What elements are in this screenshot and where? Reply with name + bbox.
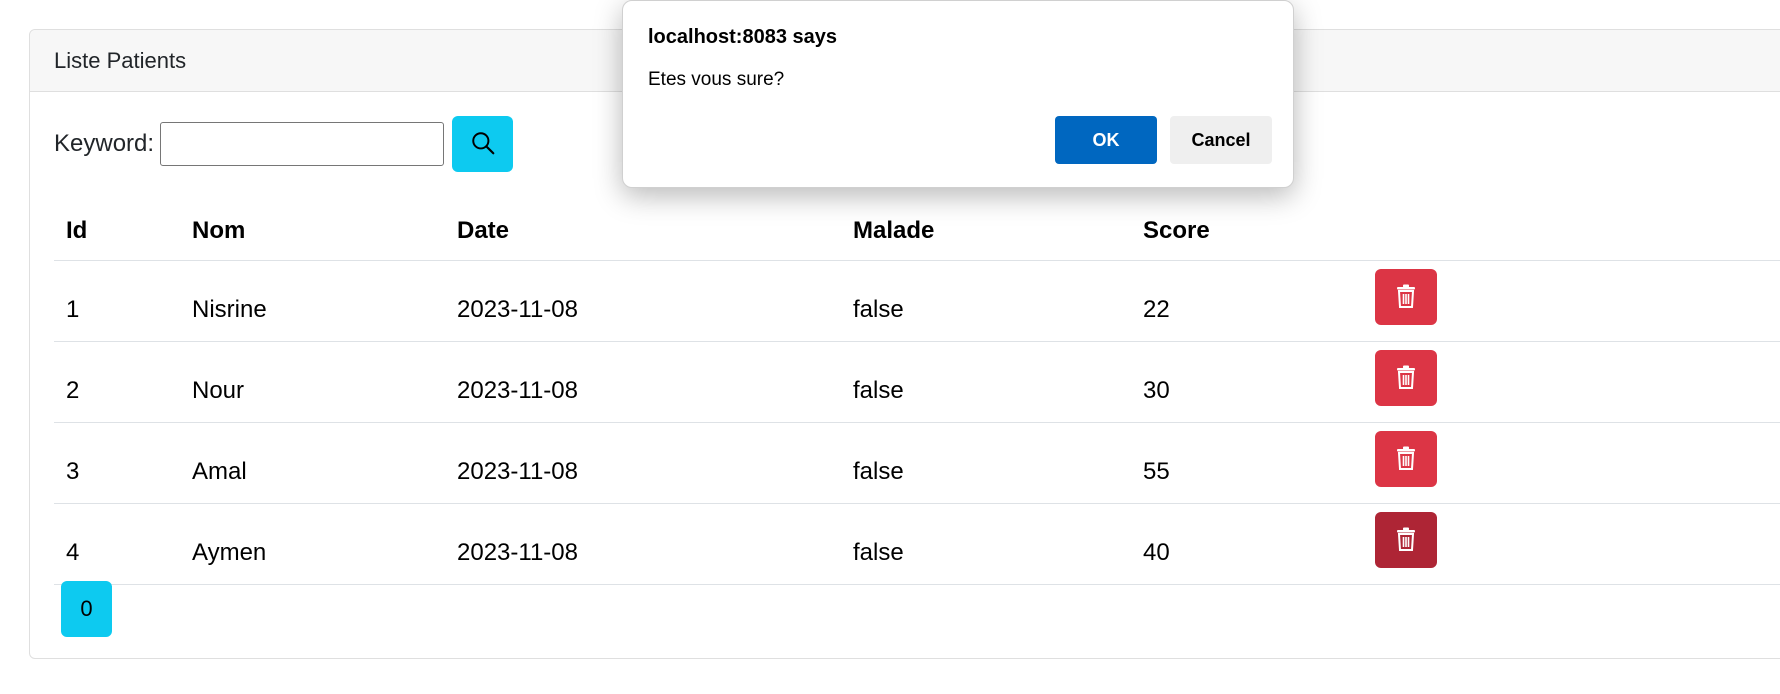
keyword-label: Keyword: (54, 130, 155, 157)
header-nom: Nom (192, 217, 246, 244)
cell-date: 2023-11-08 (457, 458, 578, 485)
cell-score: 22 (1143, 296, 1170, 323)
header-id: Id (66, 217, 88, 244)
delete-button[interactable] (1375, 431, 1437, 487)
header-score: Score (1143, 217, 1210, 244)
cancel-button[interactable]: Cancel (1170, 116, 1272, 164)
page-button[interactable]: 0 (61, 581, 112, 637)
confirm-dialog: localhost:8083 says Etes vous sure? OK C… (622, 0, 1294, 188)
cell-id: 3 (66, 458, 80, 485)
cell-nom: Nisrine (192, 296, 267, 323)
keyword-input[interactable] (160, 122, 445, 166)
cell-actions (1363, 423, 1780, 504)
trash-icon (1396, 284, 1416, 311)
cell-score: 55 (1143, 458, 1170, 485)
delete-button[interactable] (1375, 512, 1437, 568)
cell-id: 4 (66, 539, 80, 566)
table-header-row: Id Nom Date Malade Score (54, 202, 1780, 261)
table-row: 1 Nisrine 2023-11-08 false 22 (54, 261, 1780, 342)
ok-button[interactable]: OK (1055, 116, 1157, 164)
search-form: Keyword: (54, 116, 514, 172)
dialog-message: Etes vous sure? (648, 69, 785, 90)
trash-icon (1396, 446, 1416, 473)
delete-button[interactable] (1375, 269, 1437, 325)
patients-table: Id Nom Date Malade Score 1 Nisrine 2023-… (54, 202, 1780, 585)
header-malade: Malade (853, 217, 935, 244)
cell-malade: false (853, 539, 904, 566)
trash-icon (1396, 365, 1416, 392)
table-row: 2 Nour 2023-11-08 false 30 (54, 342, 1780, 423)
card-title: Liste Patients (54, 47, 187, 73)
cell-id: 1 (66, 296, 80, 323)
cell-actions (1363, 261, 1780, 342)
cell-score: 40 (1143, 539, 1170, 566)
cell-nom: Aymen (192, 539, 267, 566)
dialog-title: localhost:8083 says (648, 26, 837, 48)
cell-id: 2 (66, 377, 80, 404)
cell-malade: false (853, 458, 904, 485)
delete-button[interactable] (1375, 350, 1437, 406)
cell-score: 30 (1143, 377, 1170, 404)
table-row: 4 Aymen 2023-11-08 false 40 (54, 504, 1780, 585)
cell-malade: false (853, 296, 904, 323)
trash-icon (1396, 527, 1416, 554)
cell-date: 2023-11-08 (457, 377, 578, 404)
header-date: Date (457, 217, 510, 244)
cell-nom: Amal (192, 458, 247, 485)
table-row: 3 Amal 2023-11-08 false 55 (54, 423, 1780, 504)
cell-actions (1363, 504, 1780, 585)
cell-actions (1363, 342, 1780, 423)
header-actions (1363, 202, 1780, 261)
cell-date: 2023-11-08 (457, 539, 578, 566)
cell-malade: false (853, 377, 904, 404)
cell-nom: Nour (192, 377, 245, 404)
search-button[interactable] (452, 116, 514, 172)
search-icon (470, 130, 496, 159)
cell-date: 2023-11-08 (457, 296, 578, 323)
